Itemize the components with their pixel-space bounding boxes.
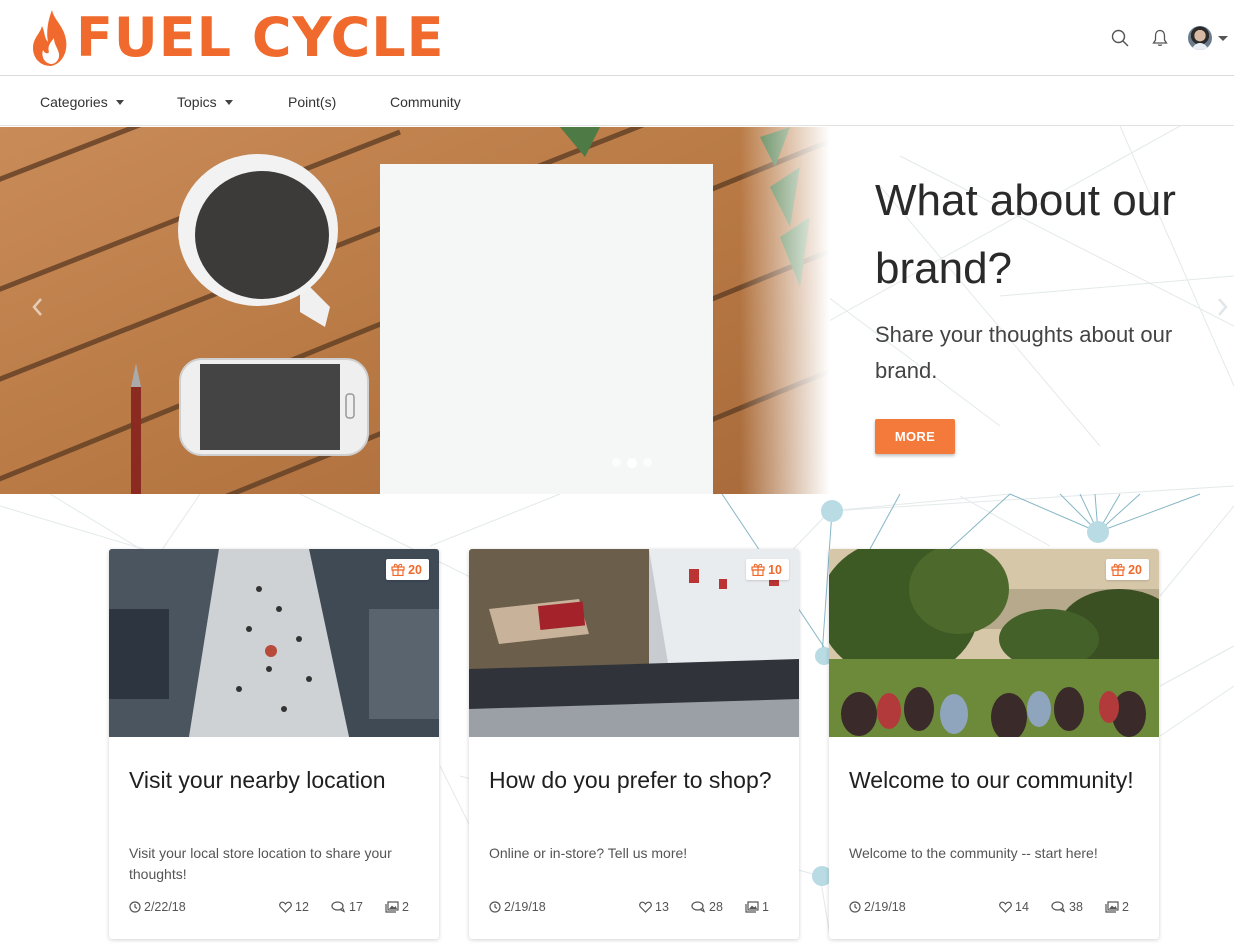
carousel-prev-button[interactable] [22,287,52,327]
card-images[interactable]: 1 [745,898,769,916]
card-description: Visit your local store location to share… [129,845,392,882]
card-images[interactable]: 2 [1105,898,1129,916]
card-footer: 2/19/18 14 38 2 [849,898,1139,916]
user-menu[interactable] [1188,26,1228,50]
search-icon [1111,29,1129,47]
card-image: 20 [109,549,439,737]
points-value: 20 [408,562,422,577]
more-button[interactable]: MORE [875,419,955,454]
search-button[interactable] [1100,20,1140,56]
card-date: 2/19/18 [849,898,906,916]
points-badge: 10 [746,559,789,580]
hero-subtitle: Share your thoughts about our brand. [875,322,1173,383]
chevron-down-icon [1218,35,1228,41]
caret-down-icon [224,99,233,105]
points-value: 20 [1128,562,1142,577]
desk-photo-illustration [0,127,830,494]
hero-title: What about our brand? [875,176,1176,293]
heart-icon [279,901,292,913]
nav-points[interactable]: Point(s) [288,77,336,126]
nav-item-label: Community [390,93,461,110]
gift-icon [391,563,405,576]
points-badge: 20 [1106,559,1149,580]
nav-categories[interactable]: Categories [40,77,124,126]
hero-carousel: What about our brand? Share your thought… [0,127,1234,494]
nav-item-label: Topics [177,93,217,110]
comments-icon [691,901,706,913]
carousel-indicators [612,457,652,468]
topic-card[interactable]: 20 Welcome to our community! Welcome to … [829,549,1159,939]
caret-down-icon [115,99,124,105]
points-value: 10 [768,562,782,577]
card-images[interactable]: 2 [385,898,409,916]
clock-icon [129,901,141,913]
clock-icon [849,901,861,913]
card-date: 2/19/18 [489,898,546,916]
flame-icon [33,10,67,66]
comments-icon [1051,901,1066,913]
nav-topics[interactable]: Topics [177,77,233,126]
fuel-cycle-logo[interactable]: FUEL CYCLE [30,6,445,70]
card-likes[interactable]: 12 [279,898,309,916]
points-badge: 20 [386,559,429,580]
card-image: 20 [829,549,1159,737]
gift-icon [1111,563,1125,576]
card-description: Online or in-store? Tell us more! [489,845,688,861]
brand-name: FUEL CYCLE [76,6,445,69]
card-title[interactable]: Visit your nearby location [129,766,424,794]
notifications-button[interactable] [1140,20,1180,56]
nav-community[interactable]: Community [390,77,461,126]
chevron-left-icon [32,298,42,316]
chevron-right-icon [1218,298,1228,316]
clock-icon [489,901,501,913]
card-footer: 2/22/18 12 17 2 [129,898,419,916]
card-date: 2/22/18 [129,898,186,916]
card-title[interactable]: Welcome to our community! [849,766,1144,794]
heart-icon [639,901,652,913]
bell-icon [1152,29,1168,46]
images-icon [745,901,759,913]
topic-card[interactable]: 20 Visit your nearby location Visit your… [109,549,439,939]
top-header: FUEL CYCLE [0,0,1234,76]
card-comments[interactable]: 28 [691,898,723,916]
main-nav: Categories Topics Point(s) Community [0,77,1234,126]
nav-item-label: Point(s) [288,93,337,110]
images-icon [385,901,399,913]
card-likes[interactable]: 13 [639,898,669,916]
heart-icon [999,901,1012,913]
card-comments[interactable]: 17 [331,898,363,916]
carousel-dot-1[interactable] [612,458,621,467]
card-comments[interactable]: 38 [1051,898,1083,916]
card-description: Welcome to the community -- start here! [849,845,1098,861]
hero-image [0,127,830,494]
card-title[interactable]: How do you prefer to shop? [489,766,784,794]
card-likes[interactable]: 14 [999,898,1029,916]
images-icon [1105,901,1119,913]
gift-icon [751,563,765,576]
topic-card[interactable]: 10 How do you prefer to shop? Online or … [469,549,799,939]
hero-image-fade [740,127,830,494]
comments-icon [331,901,346,913]
carousel-dot-2[interactable] [627,457,637,468]
header-actions [1100,20,1234,56]
card-footer: 2/19/18 13 28 1 [489,898,779,916]
nav-item-label: Categories [40,93,108,110]
avatar [1188,26,1212,50]
carousel-dot-3[interactable] [643,458,652,467]
card-image: 10 [469,549,799,737]
